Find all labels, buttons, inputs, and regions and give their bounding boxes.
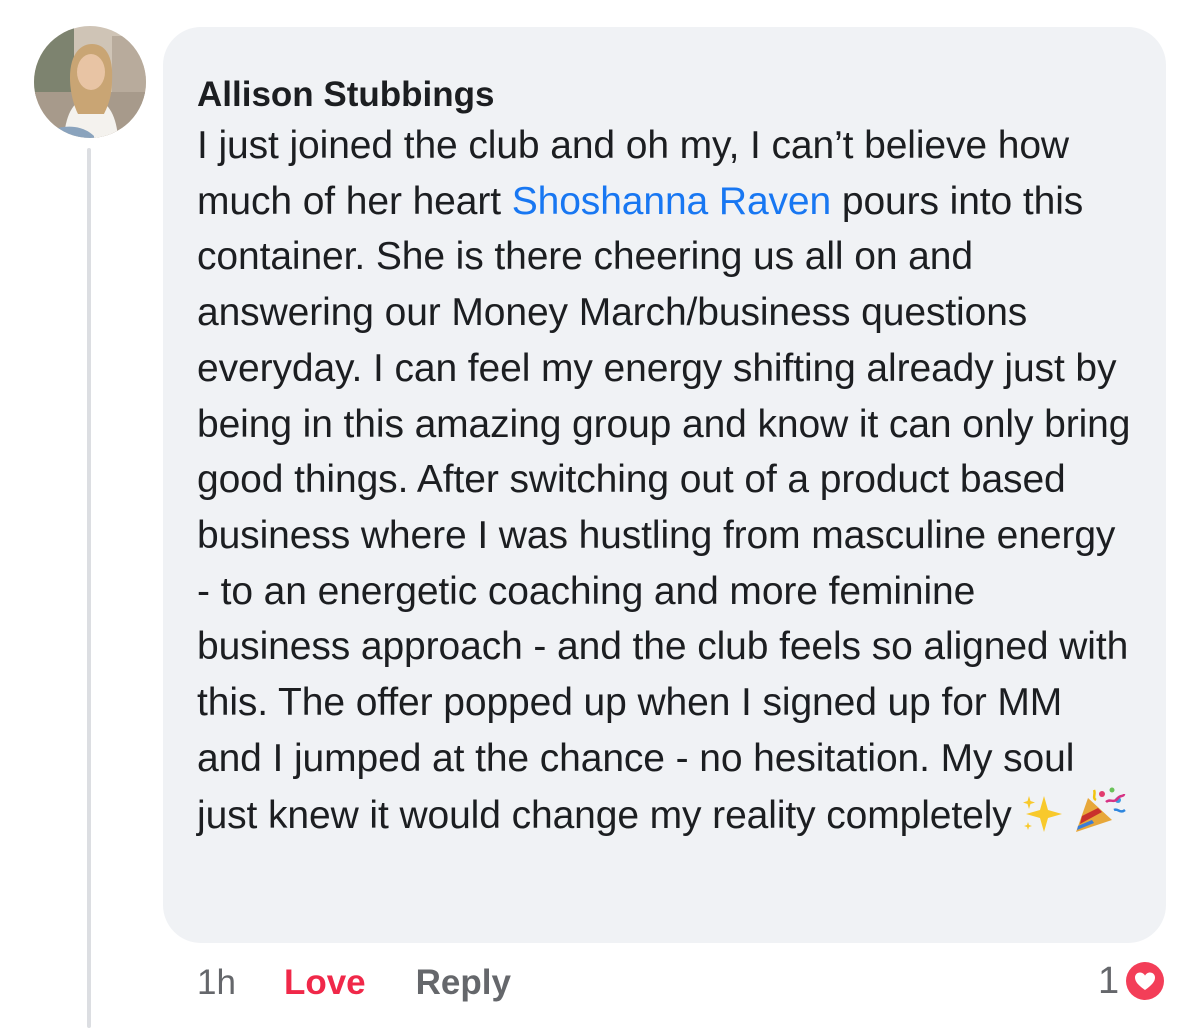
comment-bubble: Allison Stubbings I just joined the club…	[163, 27, 1166, 943]
mention-link[interactable]: Shoshanna Raven	[512, 180, 832, 223]
comment-actions: 1h Love Reply	[197, 960, 511, 1006]
reply-button[interactable]: Reply	[416, 963, 511, 1003]
thread-line	[87, 148, 91, 1028]
avatar-photo	[34, 26, 146, 138]
comment-timestamp[interactable]: 1h	[197, 963, 236, 1003]
comment-text-part2: pours into this container. She is there …	[197, 179, 1131, 838]
comment-text: I just joined the club and oh my, I can’…	[197, 118, 1136, 852]
heart-icon	[1123, 959, 1168, 1003]
love-reaction-button[interactable]: Love	[284, 963, 366, 1003]
comment-author[interactable]: Allison Stubbings	[197, 73, 494, 117]
party-popper-emoji	[1072, 786, 1128, 852]
reaction-count: 1	[1098, 959, 1120, 1002]
avatar[interactable]	[34, 26, 146, 138]
reaction-summary[interactable]: 1	[1098, 955, 1168, 1007]
sparkles-emoji	[1020, 792, 1064, 852]
